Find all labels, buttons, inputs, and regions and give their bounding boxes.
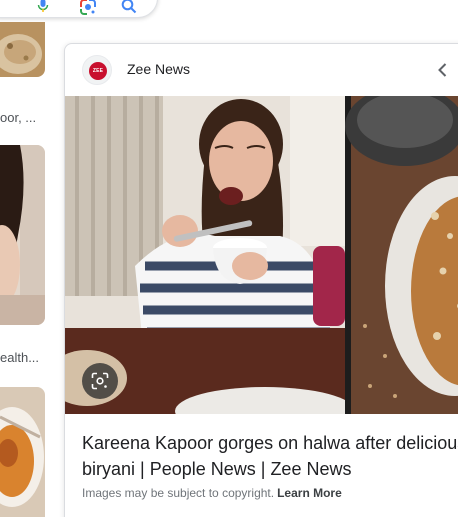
result-title-link[interactable]: Kareena Kapoor gorges on halwa after del… [82, 430, 458, 482]
zee-news-logo-icon: ZEE [89, 62, 107, 80]
back-chevron-button[interactable] [433, 60, 453, 80]
panel-header: ZEE Zee News [65, 44, 458, 96]
result-caption[interactable]: ealth... [0, 350, 39, 365]
copyright-notice: Images may be subject to copyright. Learn… [82, 486, 342, 500]
copyright-text: Images may be subject to copyright. [82, 486, 275, 500]
source-name[interactable]: Zee News [127, 61, 190, 77]
result-caption[interactable]: oor, ... [0, 110, 36, 125]
title-line: biryani | People News | Zee News [82, 459, 352, 479]
visual-search-button[interactable] [82, 363, 118, 399]
learn-more-link[interactable]: Learn More [277, 486, 342, 500]
result-thumbnail[interactable] [0, 22, 45, 77]
image-preview-panel: ZEE Zee News Kareena Kapoor gorges on ha… [64, 43, 458, 517]
result-thumbnail[interactable] [0, 145, 45, 325]
left-results-column: oor, ... ealth... [0, 0, 50, 517]
google-lens-icon [91, 372, 109, 390]
preview-image[interactable] [65, 96, 458, 414]
search-icon[interactable] [121, 0, 137, 19]
source-logo[interactable]: ZEE [82, 55, 112, 85]
chevron-left-icon [438, 63, 447, 77]
title-line: Kareena Kapoor gorges on halwa after del… [82, 433, 458, 453]
result-thumbnail[interactable] [0, 387, 45, 517]
google-lens-icon[interactable] [79, 0, 97, 20]
